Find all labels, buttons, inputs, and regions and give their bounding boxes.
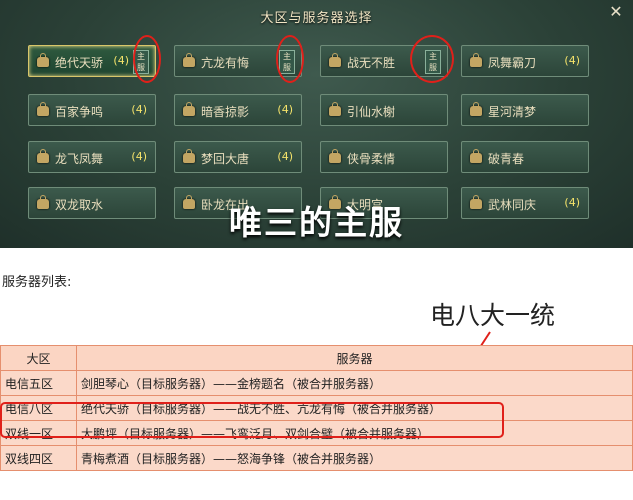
overlay-caption: 唯三的主服 xyxy=(229,203,404,242)
panel-title: 大区与服务器选择 xyxy=(260,11,373,26)
server-button[interactable]: 暗香掠影 (4) xyxy=(174,94,302,126)
highlight-circle xyxy=(276,35,304,83)
server-count: (4) xyxy=(131,103,147,116)
server-name: 侠骨柔情 xyxy=(347,152,396,166)
list-title: 服务器列表: xyxy=(2,275,72,290)
server-name: 战无不胜 xyxy=(347,56,396,70)
annotation-text: 电八大一统 xyxy=(430,301,556,330)
server-count: (4) xyxy=(277,150,293,163)
server-select-panel: 大区与服务器选择 ✕ 绝代天骄 主服 (4) 亢龙有悔 主服 战无不胜 主服 凤舞霸刀 (4) 百… xyxy=(0,0,633,248)
server-grid: 绝代天骄 主服 (4) 亢龙有悔 主服 战无不胜 主服 凤舞霸刀 (4) 百家争鸣 (4) 暗香掠影(… xyxy=(28,45,608,220)
lock-icon xyxy=(37,149,49,163)
table-header-row: 大区 服务器 xyxy=(0,345,633,371)
lock-icon xyxy=(329,102,341,116)
server-name: 绝代天骄 xyxy=(55,56,104,70)
lock-icon xyxy=(470,53,482,67)
lock-icon xyxy=(329,53,341,67)
server-name: 星河清梦 xyxy=(488,105,537,119)
row-server: 剑胆琴心（目标服务器）——金榜题名（被合并服务器） xyxy=(76,370,633,396)
server-name: 凤舞霸刀 xyxy=(488,56,537,70)
server-button[interactable]: 引仙水榭 xyxy=(320,94,448,126)
server-button[interactable]: 龙飞凤舞 (4) xyxy=(28,141,156,173)
server-name: 亢龙有悔 xyxy=(201,56,250,70)
lock-icon xyxy=(37,53,49,67)
table-row: 电信五区 剑胆琴心（目标服务器）——金榜题名（被合并服务器） xyxy=(0,370,633,396)
server-button[interactable]: 破青春 xyxy=(461,141,589,173)
server-name: 破青春 xyxy=(488,152,525,166)
server-button[interactable]: 星河清梦 xyxy=(461,94,589,126)
row-region: 双线四区 xyxy=(0,445,77,471)
lock-icon xyxy=(183,53,195,67)
server-name: 梦回大唐 xyxy=(201,152,250,166)
server-button[interactable]: 侠骨柔情 xyxy=(320,141,448,173)
server-name: 百家争鸣 xyxy=(55,105,104,119)
row-server: 青梅煮酒（目标服务器）——怒海争锋（被合并服务器） xyxy=(76,445,633,471)
server-count: (4) xyxy=(131,150,147,163)
header-server: 服务器 xyxy=(76,345,633,371)
server-count: (4) xyxy=(564,54,580,67)
lock-icon xyxy=(470,102,482,116)
lock-icon xyxy=(183,149,195,163)
highlight-circle xyxy=(133,35,161,83)
server-name: 暗香掠影 xyxy=(201,105,250,119)
header-region: 大区 xyxy=(0,345,77,371)
row-region: 电信五区 xyxy=(0,370,77,396)
table-row: 双线四区 青梅煮酒（目标服务器）——怒海争锋（被合并服务器） xyxy=(0,445,633,471)
highlight-circle xyxy=(410,35,454,83)
server-button[interactable]: 凤舞霸刀 (4) xyxy=(461,45,589,77)
lock-icon xyxy=(183,102,195,116)
server-button[interactable]: 百家争鸣 (4) xyxy=(28,94,156,126)
lock-icon xyxy=(37,102,49,116)
lock-icon xyxy=(470,149,482,163)
close-icon[interactable]: ✕ xyxy=(607,3,625,21)
row-highlight-box xyxy=(0,402,504,438)
lock-icon xyxy=(329,149,341,163)
server-count: (4) xyxy=(113,54,129,67)
server-name: 龙飞凤舞 xyxy=(55,152,104,166)
server-count: (4) xyxy=(277,103,293,116)
server-button[interactable]: 梦回大唐 (4) xyxy=(174,141,302,173)
server-name: 引仙水榭 xyxy=(347,105,396,119)
